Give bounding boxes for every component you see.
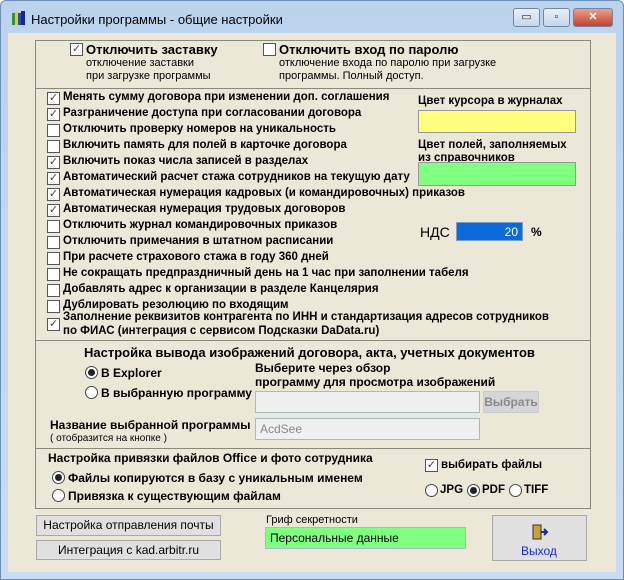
kad-integration-button[interactable]: Интеграция с kad.arbitr.ru <box>36 540 221 560</box>
option-label: Включить память для полей в карточке дог… <box>63 139 347 151</box>
dadata-label: по ФИАС (интеграция с сервисом Подсказки… <box>63 325 380 337</box>
exit-door-icon <box>532 524 549 540</box>
program-name-hint: ( отобразится на кнопке ) <box>50 433 167 444</box>
copy-files-radio[interactable] <box>52 471 65 484</box>
vat-unit: % <box>531 225 542 239</box>
option-label: Отключить проверку номеров на уникальнос… <box>63 123 336 135</box>
program-radio[interactable] <box>85 386 98 399</box>
exit-label: Выход <box>521 544 557 558</box>
option-checkbox[interactable] <box>47 268 60 281</box>
disable-password-desc: программы. Полный доступ. <box>279 70 424 82</box>
option-checkbox[interactable]: ✓ <box>47 108 60 121</box>
browse-label: программу для просмотра изображений <box>255 375 496 389</box>
maximize-button[interactable]: ▫ <box>543 8 570 27</box>
option-label: Добавлять адрес к организации в разделе … <box>63 283 379 295</box>
cursor-color-label: Цвет курсора в журналах <box>418 95 563 107</box>
divider <box>35 448 591 449</box>
vat-input[interactable]: 20 <box>456 222 523 241</box>
link-files-label: Привязка к существующим файлам <box>68 489 281 503</box>
option-checkbox[interactable] <box>47 220 60 233</box>
tiff-radio[interactable] <box>509 484 522 497</box>
pdf-label: PDF <box>482 484 505 496</box>
vat-label: НДС <box>420 224 450 240</box>
option-label: Автоматический расчет стажа сотрудников … <box>63 171 410 183</box>
pdf-radio[interactable] <box>467 484 480 497</box>
choose-files-checkbox[interactable]: ✓ <box>425 459 438 472</box>
divider <box>35 88 591 89</box>
dadata-label: Заполнение реквизитов контрагента по ИНН… <box>63 311 549 323</box>
divider <box>35 340 591 341</box>
fields-color-label: Цвет полей, заполняемых <box>418 139 567 151</box>
option-checkbox[interactable] <box>47 300 60 313</box>
tiff-label: TIFF <box>524 484 549 496</box>
exit-button[interactable]: Выход <box>492 515 587 561</box>
option-checkbox[interactable] <box>47 124 60 137</box>
images-section-title: Настройка вывода изображений договора, а… <box>84 345 535 360</box>
secrecy-label: Гриф секретности <box>266 514 358 526</box>
close-button[interactable]: ✕ <box>573 8 613 27</box>
option-checkbox[interactable] <box>47 284 60 297</box>
app-books-icon <box>12 11 25 25</box>
fields-color-swatch[interactable] <box>418 162 576 186</box>
option-checkbox[interactable]: ✓ <box>47 188 60 201</box>
link-files-radio[interactable] <box>52 489 65 502</box>
disable-password-desc: отключение входа по паролю при загрузке <box>279 57 497 69</box>
program-path-input[interactable] <box>255 391 480 413</box>
program-label: В выбранную программу <box>101 386 252 400</box>
disable-splash-desc: при загрузке программы <box>86 70 211 82</box>
minimize-button[interactable]: ▭ <box>513 8 540 27</box>
option-checkbox[interactable] <box>47 140 60 153</box>
option-label: Автоматическая нумерация трудовых догово… <box>63 203 346 215</box>
option-label: Дублировать резолюцию по входящим <box>63 299 289 311</box>
disable-password-checkbox[interactable] <box>263 43 276 56</box>
cursor-color-swatch[interactable] <box>418 110 576 133</box>
option-label: Автоматическая нумерация кадровых (и ком… <box>63 187 466 199</box>
program-name-label: Название выбранной программы <box>50 418 251 432</box>
window-title: Настройки программы - общие настройки <box>31 12 283 27</box>
option-label: Отключить примечания в штатном расписани… <box>63 235 334 247</box>
option-label: Разграничение доступа при согласовании д… <box>63 107 362 119</box>
option-checkbox[interactable] <box>47 236 60 249</box>
option-checkbox[interactable]: ✓ <box>47 172 60 185</box>
option-checkbox[interactable] <box>47 252 60 265</box>
secrecy-field[interactable]: Персональные данные <box>265 527 466 549</box>
option-label: Менять сумму договора при изменении доп.… <box>63 91 390 103</box>
browse-button[interactable]: Выбрать <box>483 391 539 413</box>
copy-files-label: Файлы копируются в базу с уникальным име… <box>68 471 363 485</box>
disable-splash-desc: отключение заставки <box>86 57 195 69</box>
disable-splash-label: Отключить заставку <box>86 42 218 57</box>
jpg-radio[interactable] <box>425 484 438 497</box>
option-checkbox[interactable]: ✓ <box>47 156 60 169</box>
option-checkbox[interactable]: ✓ <box>47 92 60 105</box>
disable-password-label: Отключить вход по паролю <box>279 42 459 57</box>
option-label: Не сокращать предпраздничный день на 1 ч… <box>63 267 469 279</box>
dadata-checkbox[interactable]: ✓ <box>47 318 60 331</box>
option-label: Включить показ числа записей в разделах <box>63 155 309 167</box>
explorer-label: В Explorer <box>101 366 162 380</box>
program-name-input[interactable]: AcdSee <box>255 418 480 440</box>
office-section-title: Настройка привязки файлов Office и фото … <box>48 451 373 465</box>
option-label: При расчете страхового стажа в году 360 … <box>63 251 329 263</box>
mail-settings-button[interactable]: Настройка отправления почты <box>36 515 221 536</box>
option-checkbox[interactable]: ✓ <box>47 204 60 217</box>
choose-files-label: выбирать файлы <box>441 459 543 471</box>
disable-splash-checkbox[interactable]: ✓ <box>70 43 83 56</box>
jpg-label: JPG <box>440 484 464 496</box>
browse-label: Выберите через обзор <box>255 361 391 375</box>
option-label: Отключить журнал командировочных приказо… <box>63 219 338 231</box>
explorer-radio[interactable] <box>85 366 98 379</box>
